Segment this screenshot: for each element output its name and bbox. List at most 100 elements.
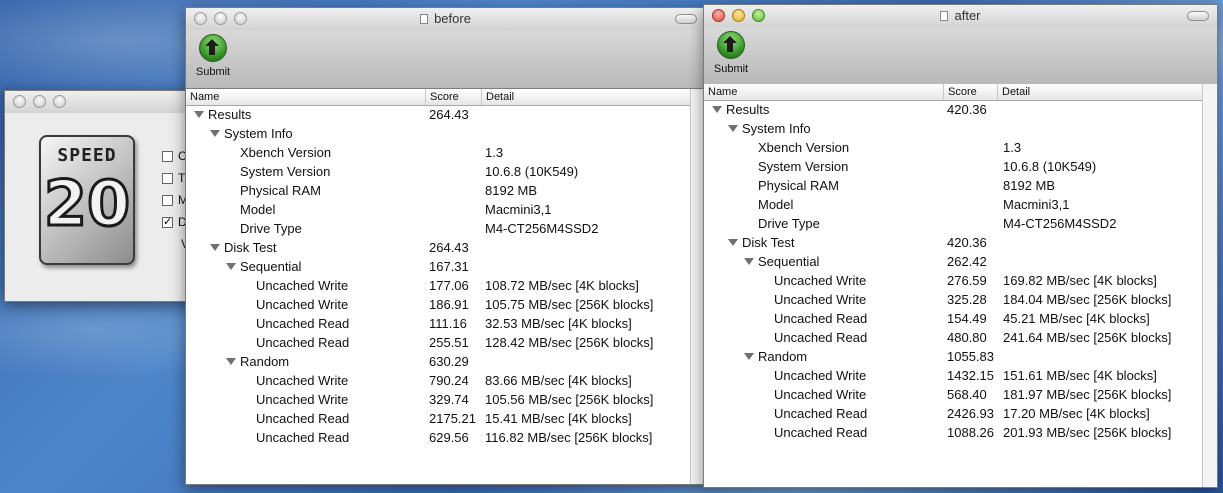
close-button[interactable]: [13, 95, 26, 108]
close-button[interactable]: [712, 9, 725, 22]
outline-row[interactable]: Uncached Write 1432.15 151.61 MB/sec [4K b…: [704, 366, 1203, 385]
row-score: 480.80: [947, 330, 987, 345]
column-name-header[interactable]: Name: [704, 84, 944, 100]
before-titlebar[interactable]: before: [186, 8, 705, 30]
outline-row[interactable]: Uncached Write 177.06 108.72 MB/sec [4K bl…: [186, 276, 691, 295]
toolbar-toggle-button[interactable]: [1187, 11, 1209, 21]
outline-row[interactable]: Random 630.29: [186, 352, 691, 371]
zoom-button[interactable]: [234, 12, 247, 25]
column-name-header[interactable]: Name: [186, 89, 426, 105]
minimize-button[interactable]: [33, 95, 46, 108]
outline-row[interactable]: Uncached Write 329.74 105.56 MB/sec [256K …: [186, 390, 691, 409]
outline-row[interactable]: System Info: [186, 124, 691, 143]
row-name: Uncached Read: [256, 428, 349, 447]
vertical-scrollbar[interactable]: [1202, 84, 1217, 487]
outline-row[interactable]: Uncached Read 629.56 116.82 MB/sec [256K b…: [186, 428, 691, 447]
window-title: before: [434, 11, 471, 26]
upload-arrow-icon: [717, 31, 745, 59]
test-checkbox-checked[interactable]: ✓: [162, 217, 173, 228]
disclosure-triangle-icon[interactable]: [712, 106, 722, 113]
outline-row[interactable]: Sequential 167.31: [186, 257, 691, 276]
row-score: 262.42: [947, 254, 987, 269]
outline-row[interactable]: Uncached Read 154.49 45.21 MB/sec [4K bloc…: [704, 309, 1203, 328]
row-detail: 181.97 MB/sec [256K blocks]: [1003, 387, 1172, 402]
results-outline: Results 264.43 System Info Xbench Version 1.…: [186, 105, 691, 447]
disclosure-triangle-icon[interactable]: [728, 239, 738, 246]
outline-row[interactable]: Sequential 262.42: [704, 252, 1203, 271]
outline-row[interactable]: Disk Test 420.36: [704, 233, 1203, 252]
disclosure-triangle-icon[interactable]: [210, 244, 220, 251]
outline-row[interactable]: Xbench Version 1.3: [704, 138, 1203, 157]
outline-row[interactable]: Uncached Read 480.80 241.64 MB/sec [256K b…: [704, 328, 1203, 347]
after-titlebar[interactable]: after: [704, 5, 1217, 27]
row-detail: 83.66 MB/sec [4K blocks]: [485, 373, 632, 388]
disclosure-triangle-icon[interactable]: [210, 130, 220, 137]
zoom-button[interactable]: [752, 9, 765, 22]
column-score-header[interactable]: Score: [426, 89, 482, 105]
outline-row[interactable]: Uncached Read 255.51 128.42 MB/sec [256K b…: [186, 333, 691, 352]
outline-row[interactable]: Uncached Read 111.16 32.53 MB/sec [4K bloc…: [186, 314, 691, 333]
test-checkbox[interactable]: [162, 173, 173, 184]
zoom-button[interactable]: [53, 95, 66, 108]
row-detail: 10.6.8 (10K549): [1003, 159, 1097, 174]
submit-button[interactable]: Submit: [192, 34, 234, 78]
disclosure-triangle-icon[interactable]: [728, 125, 738, 132]
row-name: Uncached Read: [774, 309, 867, 328]
test-checkbox[interactable]: [162, 195, 173, 206]
row-name: Uncached Write: [256, 295, 348, 314]
outline-row[interactable]: Model Macmini3,1: [704, 195, 1203, 214]
outline-row[interactable]: System Version 10.6.8 (10K549): [704, 157, 1203, 176]
outline-row[interactable]: Uncached Write 186.91 105.75 MB/sec [256K …: [186, 295, 691, 314]
close-button[interactable]: [194, 12, 207, 25]
row-name-text: Uncached Write: [256, 392, 349, 407]
disclosure-triangle-icon[interactable]: [226, 263, 236, 270]
row-name-text: System Info: [224, 126, 293, 141]
outline-row[interactable]: Uncached Write 325.28 184.04 MB/sec [256K …: [704, 290, 1203, 309]
outline-row[interactable]: Uncached Write 568.40 181.97 MB/sec [256K …: [704, 385, 1203, 404]
outline-row[interactable]: Drive Type M4-CT256M4SSD2: [704, 214, 1203, 233]
disclosure-triangle-icon[interactable]: [744, 353, 754, 360]
outline-row[interactable]: System Version 10.6.8 (10K549): [186, 162, 691, 181]
column-score-header[interactable]: Score: [944, 84, 998, 100]
minimize-button[interactable]: [732, 9, 745, 22]
outline-row[interactable]: Physical RAM 8192 MB: [704, 176, 1203, 195]
toolbar-toggle-button[interactable]: [675, 14, 697, 24]
row-name-text: System Info: [742, 121, 811, 136]
outline-row[interactable]: System Info: [704, 119, 1203, 138]
outline-row[interactable]: Uncached Read 1088.26 201.93 MB/sec [256K …: [704, 423, 1203, 442]
row-name: Sequential: [744, 252, 819, 271]
column-detail-header[interactable]: Detail: [482, 89, 691, 105]
outline-row[interactable]: Results 264.43: [186, 105, 691, 124]
submit-button[interactable]: Submit: [710, 31, 752, 75]
minimize-button[interactable]: [214, 12, 227, 25]
row-detail: 8192 MB: [1003, 178, 1056, 193]
outline-row[interactable]: Uncached Read 2175.21 15.41 MB/sec [4K blo…: [186, 409, 691, 428]
row-name-text: Drive Type: [240, 221, 302, 236]
row-name: Uncached Write: [774, 271, 866, 290]
disclosure-triangle-icon[interactable]: [744, 258, 754, 265]
outline-row[interactable]: Uncached Read 2426.93 17.20 MB/sec [4K blo…: [704, 404, 1203, 423]
outline-row[interactable]: Physical RAM 8192 MB: [186, 181, 691, 200]
row-detail: 105.75 MB/sec [256K blocks]: [485, 297, 654, 312]
outline-row[interactable]: Disk Test 264.43: [186, 238, 691, 257]
outline-row[interactable]: Model Macmini3,1: [186, 200, 691, 219]
row-name: Results: [194, 105, 251, 124]
disclosure-triangle-icon[interactable]: [226, 358, 236, 365]
test-checkbox[interactable]: [162, 151, 173, 162]
row-name: Uncached Write: [774, 385, 866, 404]
after-results-window: after Submit Name Score Detail Results 42…: [703, 4, 1218, 488]
row-detail: 10.6.8 (10K549): [485, 164, 579, 179]
row-name: Sequential: [226, 257, 301, 276]
row-score: 111.16: [429, 316, 467, 331]
column-detail-header[interactable]: Detail: [998, 84, 1203, 100]
row-score: 1055.83: [947, 349, 994, 364]
outline-row[interactable]: Results 420.36: [704, 100, 1203, 119]
outline-row[interactable]: Drive Type M4-CT256M4SSD2: [186, 219, 691, 238]
row-score: 255.51: [429, 335, 469, 350]
outline-row[interactable]: Uncached Write 276.59 169.82 MB/sec [4K bl…: [704, 271, 1203, 290]
disclosure-triangle-icon[interactable]: [194, 111, 204, 118]
outline-row[interactable]: Xbench Version 1.3: [186, 143, 691, 162]
outline-row[interactable]: Random 1055.83: [704, 347, 1203, 366]
outline-row[interactable]: Uncached Write 790.24 83.66 MB/sec [4K blo…: [186, 371, 691, 390]
row-name-text: Random: [758, 349, 808, 364]
